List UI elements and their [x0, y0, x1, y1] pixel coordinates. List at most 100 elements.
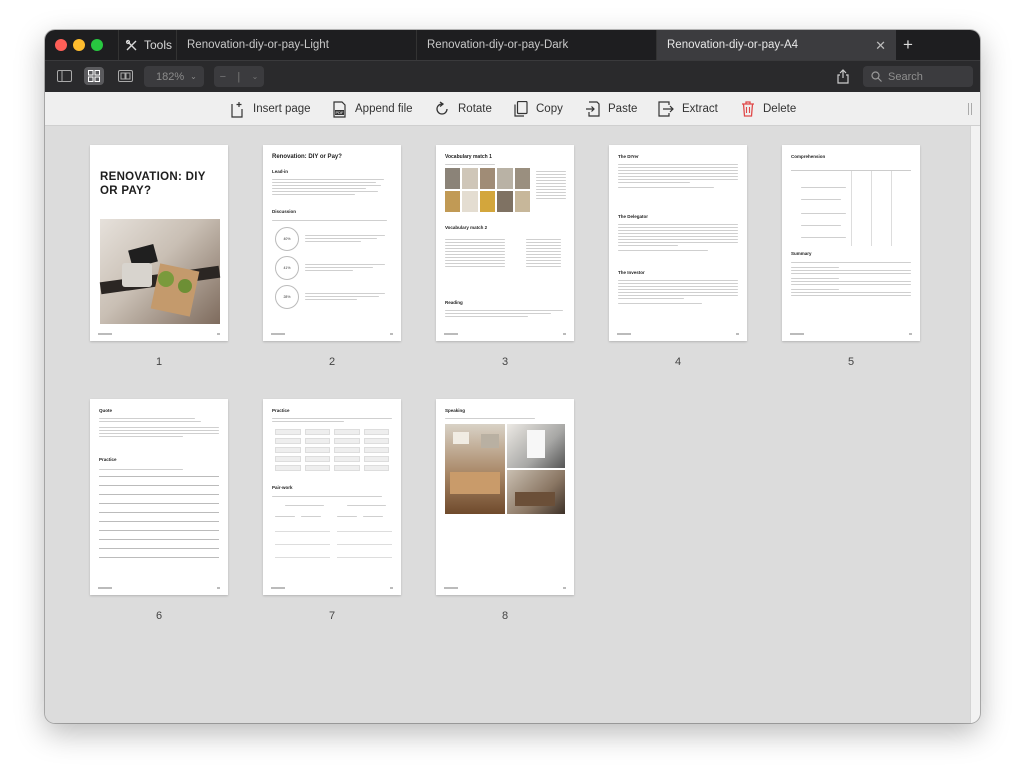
share-button[interactable]	[837, 69, 849, 89]
page-title: Comprehension	[791, 154, 826, 159]
page-thumbnail-8[interactable]: Speaking	[436, 399, 574, 595]
word-box-grid	[275, 429, 389, 471]
toolbar-grip-handle[interactable]	[968, 103, 972, 115]
action-label: Append file	[355, 103, 413, 115]
rotate-button[interactable]: Rotate	[434, 100, 492, 118]
zoom-window-button[interactable]	[91, 39, 103, 51]
page-separator: |	[237, 70, 241, 83]
action-label: Paste	[608, 103, 638, 115]
page-number-7: 7	[328, 610, 336, 622]
tab-bar: Tools Renovation-diy-or-pay-Light Renova…	[45, 30, 980, 60]
page-thumbnail-7[interactable]: Practice Pair-work	[263, 399, 401, 595]
page-title: Quote	[99, 408, 112, 413]
extract-button[interactable]: Extract	[658, 100, 718, 118]
page-number-5: 5	[847, 356, 855, 368]
paste-icon	[586, 101, 600, 117]
delete-button[interactable]: Delete	[741, 100, 796, 118]
append-file-button[interactable]: PDF Append file	[332, 100, 413, 118]
insert-page-button[interactable]: Insert page	[231, 100, 311, 118]
vocabulary-image-grid	[445, 168, 530, 212]
tab-renovation-light[interactable]: Renovation-diy-or-pay-Light	[176, 30, 416, 60]
page-layout-icon	[117, 70, 133, 82]
page-grid: RENOVATION: DIY OR PAY? Renovation: DIY …	[45, 126, 970, 723]
page-thumbnail-3[interactable]: Vocabulary match 1 Vocabulary match 2 Re…	[436, 145, 574, 341]
page-thumbnail-1[interactable]: RENOVATION: DIY OR PAY?	[90, 145, 228, 341]
comprehension-table	[791, 170, 911, 246]
page-number-2: 2	[328, 356, 336, 368]
tab-label: Renovation-diy-or-pay-A4	[667, 39, 799, 51]
page-number-6: 6	[155, 610, 163, 622]
app-window: Tools Renovation-diy-or-pay-Light Renova…	[45, 30, 980, 723]
tab-renovation-a4[interactable]: Renovation-diy-or-pay-A4 ✕	[656, 30, 896, 60]
grid-icon	[88, 70, 100, 82]
share-icon	[837, 69, 849, 84]
page-thumbnail-6[interactable]: Quote Practice	[90, 399, 228, 595]
toolbar: 182% ⌄ − | ⌄ Search	[45, 60, 980, 92]
section-heading: Practice	[99, 457, 117, 462]
zoom-select[interactable]: 182% ⌄	[144, 66, 204, 87]
section-heading: Reading	[445, 300, 463, 305]
page-title: Vocabulary match 1	[445, 154, 492, 160]
speaking-photo-1	[445, 424, 505, 514]
page-action-bar: Insert page PDF Append file Rotate Copy	[45, 92, 980, 126]
minimize-window-button[interactable]	[73, 39, 85, 51]
action-label: Delete	[763, 103, 797, 115]
page-title: Renovation: DIY or Pay?	[272, 154, 342, 160]
zoom-value: 182%	[156, 70, 185, 83]
action-label: Extract	[682, 103, 718, 115]
tab-label: Renovation-diy-or-pay-Dark	[427, 39, 569, 51]
stat-circle: 28%	[275, 285, 299, 309]
page-title: Speaking	[445, 408, 466, 413]
tab-label: Renovation-diy-or-pay-Light	[187, 39, 329, 51]
vertical-scrollbar[interactable]	[970, 126, 980, 723]
tools-label: Tools	[144, 38, 173, 52]
cover-photo	[99, 219, 221, 324]
grid-view-button[interactable]	[84, 67, 104, 85]
page-thumbnail-5[interactable]: Comprehension Summary	[782, 145, 920, 341]
tab-renovation-dark[interactable]: Renovation-diy-or-pay-Dark	[416, 30, 656, 60]
action-label: Copy	[536, 103, 563, 115]
close-tab-icon[interactable]: ✕	[875, 38, 886, 54]
page-view-button[interactable]	[115, 67, 135, 85]
search-icon	[871, 71, 882, 82]
page-stepper[interactable]: − | ⌄	[214, 66, 264, 87]
page-thumbnail-4[interactable]: The DIYer The Delegator The Investor	[609, 145, 747, 341]
section-heading: The Delegator	[618, 214, 649, 219]
section-heading: Summary	[791, 251, 812, 256]
section-heading: Lead-in	[272, 169, 289, 174]
speaking-photo-3	[507, 470, 565, 514]
stat-circle: 41%	[275, 256, 299, 280]
sidebar-toggle-button[interactable]	[54, 67, 74, 85]
close-window-button[interactable]	[55, 39, 67, 51]
section-heading: Vocabulary match 2	[445, 225, 488, 230]
page-number-8: 8	[501, 610, 509, 622]
page-title: Practice	[272, 408, 290, 413]
section-heading: Pair-work	[272, 485, 293, 490]
append-file-icon: PDF	[333, 100, 346, 118]
paste-button[interactable]: Paste	[585, 100, 637, 118]
chevron-down-icon[interactable]: ⌄	[252, 72, 259, 81]
action-label: Rotate	[458, 103, 492, 115]
search-field[interactable]: Search	[863, 66, 973, 87]
chevron-down-icon: ⌄	[190, 72, 197, 81]
tools-button[interactable]: Tools	[118, 30, 176, 60]
page-number-4: 4	[674, 356, 682, 368]
search-placeholder: Search	[888, 70, 923, 83]
section-heading: Discussion	[272, 209, 297, 214]
svg-text:PDF: PDF	[336, 110, 345, 115]
sidebar-icon	[56, 70, 72, 82]
stat-circle: 40%	[275, 227, 299, 251]
section-heading: The Investor	[618, 270, 645, 275]
new-tab-button[interactable]: +	[903, 35, 913, 55]
tools-icon	[125, 39, 137, 50]
copy-button[interactable]: Copy	[514, 100, 563, 118]
page-number-1: 1	[155, 356, 163, 368]
speaking-photo-2	[507, 424, 565, 468]
delete-icon	[742, 101, 754, 117]
page-number-3: 3	[501, 356, 509, 368]
minus-icon[interactable]: −	[220, 71, 226, 83]
page-thumbnail-2[interactable]: Renovation: DIY or Pay? Lead-in Discussi…	[263, 145, 401, 341]
insert-page-icon	[231, 101, 243, 118]
rotate-icon	[436, 101, 448, 115]
page-title: The DIYer	[618, 154, 639, 159]
